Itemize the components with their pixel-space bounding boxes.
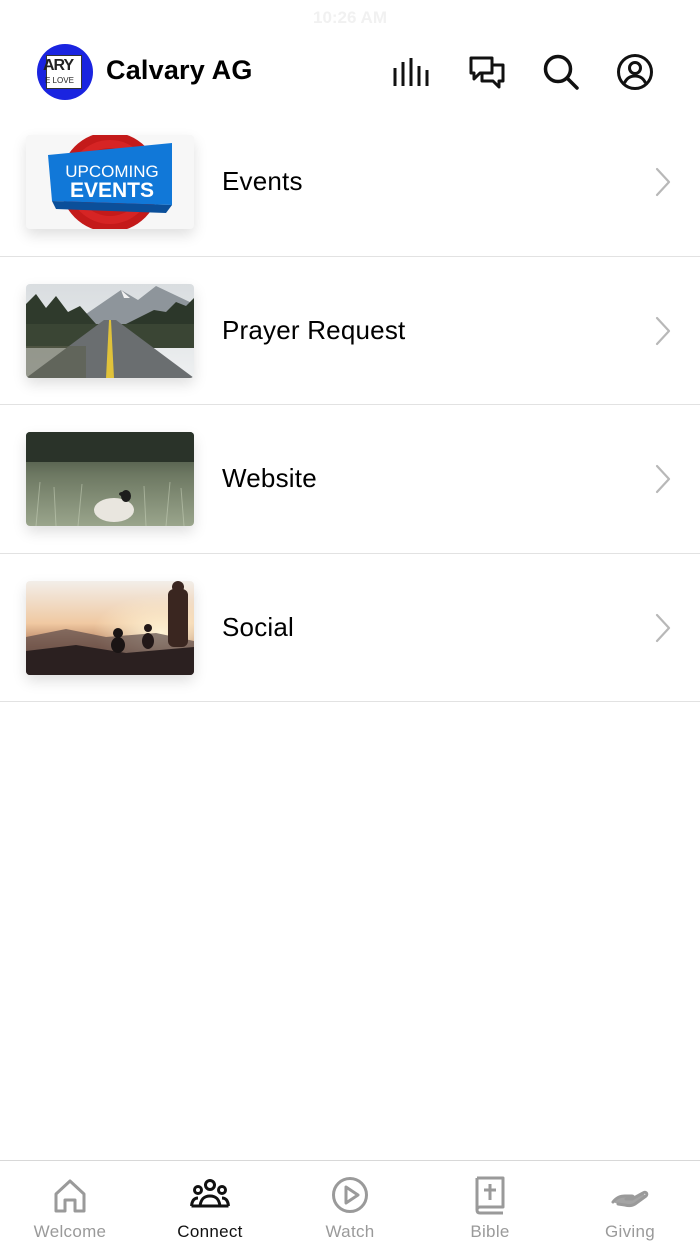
website-thumbnail <box>26 432 194 526</box>
chevron-right-icon <box>655 613 671 642</box>
tab-bible[interactable]: Bible <box>420 1161 560 1244</box>
app-header: ARY E LOVE Calvary AG <box>0 36 700 108</box>
list-item-prayer-request[interactable]: Prayer Request <box>0 257 700 405</box>
giving-hand-icon <box>611 1190 649 1208</box>
chevron-right-icon <box>655 316 671 345</box>
tab-welcome[interactable]: Welcome <box>0 1161 140 1244</box>
logo-badge: ARY E LOVE <box>43 55 82 89</box>
church-logo[interactable]: ARY E LOVE <box>37 44 93 100</box>
list-item-label: Prayer Request <box>222 314 406 345</box>
play-icon <box>332 1177 368 1213</box>
tab-connect[interactable]: Connect <box>140 1161 280 1244</box>
bible-icon <box>475 1176 505 1215</box>
search-icon[interactable] <box>541 52 581 92</box>
social-thumbnail <box>26 580 194 675</box>
group-icon <box>190 1179 230 1208</box>
chevron-right-icon <box>655 167 671 197</box>
list-item-label: Website <box>222 463 317 493</box>
tab-watch[interactable]: Watch <box>280 1161 420 1244</box>
tab-label: Watch <box>325 1222 375 1241</box>
events-thumbnail: UPCOMING EVENTS <box>26 135 194 229</box>
connect-list: UPCOMING EVENTS Events Prayer Request We… <box>0 108 700 702</box>
tab-giving[interactable]: Giving <box>560 1161 700 1244</box>
chevron-right-icon <box>655 464 671 494</box>
prayer-request-thumbnail <box>26 283 194 378</box>
profile-icon[interactable] <box>615 52 655 92</box>
bottom-tab-bar: Welcome Connect Watch Bible Giving <box>0 1160 700 1244</box>
svg-text:EVENTS: EVENTS <box>70 179 154 202</box>
tab-label: Giving <box>605 1222 655 1241</box>
tab-label: Welcome <box>33 1222 107 1241</box>
chat-icon[interactable] <box>467 52 507 92</box>
audio-bars-icon[interactable] <box>392 52 432 92</box>
tab-label: Connect <box>177 1222 243 1241</box>
list-item-website[interactable]: Website <box>0 405 700 554</box>
list-item-label: Social <box>222 611 295 642</box>
app-title: Calvary AG <box>106 55 253 85</box>
list-item-social[interactable]: Social <box>0 554 700 702</box>
logo-text-bottom: E LOVE <box>45 76 74 85</box>
list-item-events[interactable]: UPCOMING EVENTS Events <box>0 108 700 257</box>
status-time: 10:26 AM <box>312 8 387 27</box>
status-bar: 10:26 AM <box>0 0 700 36</box>
logo-text-top: ARY <box>43 57 74 74</box>
home-icon <box>54 1179 86 1213</box>
list-item-label: Events <box>222 166 303 196</box>
tab-label: Bible <box>470 1222 510 1241</box>
